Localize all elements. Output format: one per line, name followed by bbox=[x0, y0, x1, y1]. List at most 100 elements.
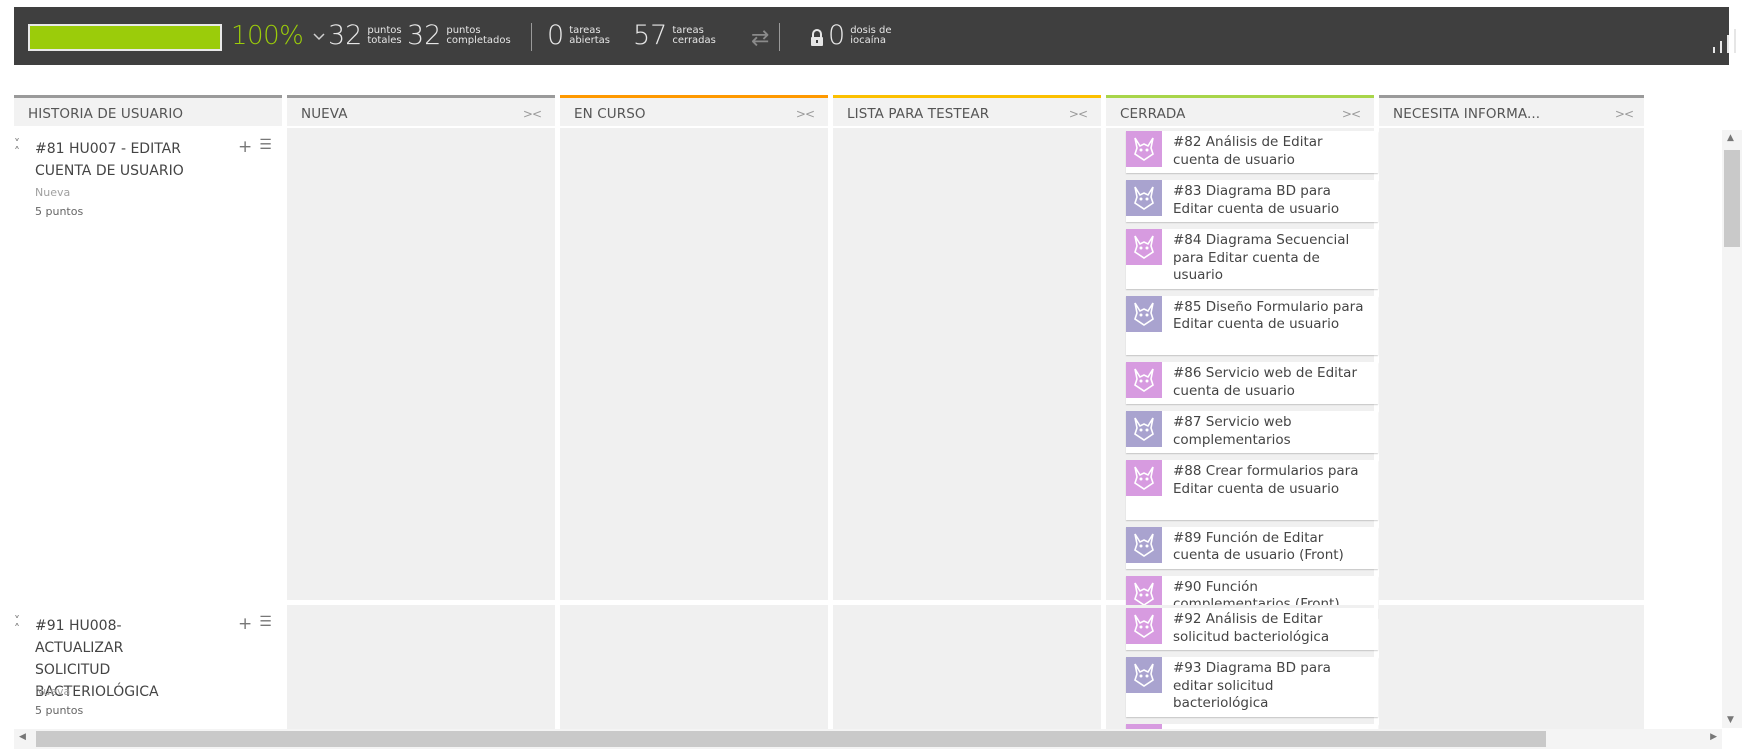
task-title[interactable]: #88 Crear formularios para Editar cuenta… bbox=[1173, 460, 1378, 502]
open-tasks-stat: 0 tareas abiertas bbox=[547, 21, 610, 51]
progress-percentage: 100% bbox=[231, 21, 304, 51]
horizontal-scrollbar[interactable]: ◀ ▶ bbox=[14, 729, 1722, 749]
column-header-status-1: NUEVA >< bbox=[287, 95, 555, 126]
fold-column-icon[interactable]: >< bbox=[1342, 107, 1361, 121]
column-title: LISTA PARA TESTEAR bbox=[847, 106, 990, 122]
total-points-value: 32 bbox=[328, 20, 363, 51]
board-cell[interactable] bbox=[560, 605, 828, 730]
column-title: HISTORIA DE USUARIO bbox=[28, 106, 184, 122]
task-card[interactable]: #84 Diagrama Secuencial para Editar cuen… bbox=[1126, 229, 1378, 289]
board-cell[interactable] bbox=[1379, 605, 1644, 730]
task-card[interactable]: #88 Crear formularios para Editar cuenta… bbox=[1126, 460, 1378, 520]
sprint-progress-fill bbox=[30, 26, 220, 49]
stat-divider bbox=[779, 23, 780, 51]
user-story-card[interactable]: ˅ ˄ #81 HU007 - EDITAR CUENTA DE USUARIO Nu… bbox=[14, 128, 282, 600]
horizontal-scroll-thumb[interactable] bbox=[36, 731, 1546, 747]
task-title[interactable]: #86 Servicio web de Editar cuenta de usu… bbox=[1173, 362, 1378, 404]
assignee-avatar[interactable] bbox=[1126, 411, 1162, 447]
assignee-avatar[interactable] bbox=[1126, 526, 1162, 563]
list-icon[interactable]: ☰ bbox=[259, 614, 272, 634]
board-cell[interactable] bbox=[833, 128, 1101, 600]
task-card[interactable]: #87 Servicio web complementarios bbox=[1126, 411, 1378, 453]
assignee-avatar[interactable] bbox=[1126, 362, 1162, 398]
user-story-actions: + ☰ bbox=[238, 137, 272, 157]
assignee-avatar[interactable] bbox=[1126, 131, 1162, 167]
column-header-status-5: NECESITA INFORMA... >< bbox=[1379, 95, 1644, 126]
user-story-card[interactable]: ˅ ˄ #91 HU008- ACTUALIZAR SOLICITUD BACTER… bbox=[14, 605, 282, 730]
board-cell[interactable] bbox=[287, 128, 555, 600]
plus-icon[interactable]: + bbox=[238, 614, 252, 634]
closed-tasks-stat: 57 tareas cerradas bbox=[633, 21, 716, 51]
vertical-scroll-thumb[interactable] bbox=[1724, 150, 1740, 247]
closed-tasks-label: tareas cerradas bbox=[672, 25, 716, 46]
open-tasks-value: 0 bbox=[547, 20, 565, 51]
user-story-title[interactable]: #81 HU007 - EDITAR CUENTA DE USUARIO bbox=[35, 138, 195, 182]
collapse-story-icon[interactable]: ˅ ˄ bbox=[14, 615, 20, 635]
sprint-progress-bar bbox=[28, 24, 222, 51]
scroll-left-arrow-icon[interactable]: ◀ bbox=[19, 732, 26, 742]
board-cell[interactable] bbox=[833, 605, 1101, 730]
user-story-actions: + ☰ bbox=[238, 614, 272, 634]
column-title: NUEVA bbox=[301, 106, 348, 122]
board-cell[interactable] bbox=[287, 605, 555, 730]
completed-points-value: 32 bbox=[407, 20, 442, 51]
stat-divider bbox=[531, 23, 532, 51]
task-card[interactable]: #92 Análisis de Editar solicitud bacteri… bbox=[1126, 608, 1378, 650]
fold-column-icon[interactable]: >< bbox=[523, 107, 542, 121]
fold-column-icon[interactable]: >< bbox=[1615, 107, 1634, 121]
sprint-summary-bar: 100% 32 puntos totales 32 puntos completad… bbox=[14, 7, 1736, 65]
task-card[interactable]: #85 Diseño Formulario para Editar cuenta… bbox=[1126, 295, 1378, 355]
fold-column-icon[interactable]: >< bbox=[1069, 107, 1088, 121]
total-points-label: puntos totales bbox=[367, 25, 402, 46]
graph-bars-icon[interactable] bbox=[1713, 29, 1736, 53]
fold-column-icon[interactable]: >< bbox=[796, 107, 815, 121]
assignee-avatar[interactable] bbox=[1126, 295, 1162, 332]
completed-points-stat: 32 puntos completados bbox=[407, 21, 511, 51]
task-card[interactable]: #93 Diagrama BD para editar solicitud ba… bbox=[1126, 657, 1378, 717]
column-title: NECESITA INFORMA... bbox=[1393, 106, 1541, 122]
task-title[interactable]: #83 Diagrama BD para Editar cuenta de us… bbox=[1173, 180, 1378, 222]
plus-icon[interactable]: + bbox=[238, 137, 252, 157]
closed-tasks-value: 57 bbox=[633, 20, 668, 51]
task-card[interactable]: #86 Servicio web de Editar cuenta de usu… bbox=[1126, 362, 1378, 404]
list-icon[interactable]: ☰ bbox=[259, 137, 272, 157]
collapse-story-icon[interactable]: ˅ ˄ bbox=[14, 138, 20, 158]
vertical-scrollbar[interactable]: ▲ ▼ bbox=[1722, 130, 1742, 728]
task-card[interactable]: #83 Diagrama BD para Editar cuenta de us… bbox=[1126, 180, 1378, 222]
task-title[interactable]: #87 Servicio web complementarios bbox=[1173, 411, 1378, 453]
board-cell[interactable] bbox=[1379, 128, 1644, 600]
column-header-status-3: LISTA PARA TESTEAR >< bbox=[833, 95, 1101, 126]
scroll-up-arrow-icon[interactable]: ▲ bbox=[1727, 133, 1734, 143]
column-header-user-story: HISTORIA DE USUARIO bbox=[14, 95, 282, 126]
board-cell[interactable] bbox=[560, 128, 828, 600]
chevron-down-icon[interactable] bbox=[312, 29, 326, 43]
column-header-status-2: EN CURSO >< bbox=[560, 95, 828, 126]
task-title[interactable]: #84 Diagrama Secuencial para Editar cuen… bbox=[1173, 229, 1378, 289]
assignee-avatar[interactable] bbox=[1126, 657, 1162, 693]
task-card[interactable]: #89 Función de Editar cuenta de usuario … bbox=[1126, 526, 1378, 569]
user-story-status[interactable]: Nueva bbox=[35, 186, 70, 199]
assignee-avatar[interactable] bbox=[1126, 229, 1162, 265]
scroll-right-arrow-icon[interactable]: ▶ bbox=[1710, 732, 1717, 742]
task-title[interactable]: #93 Diagrama BD para editar solicitud ba… bbox=[1173, 657, 1378, 717]
assignee-avatar[interactable] bbox=[1126, 608, 1162, 644]
assignee-avatar[interactable] bbox=[1126, 180, 1162, 216]
user-story-status[interactable]: Nueva bbox=[35, 685, 70, 698]
open-tasks-label: tareas abiertas bbox=[569, 25, 610, 46]
assignee-avatar[interactable] bbox=[1126, 460, 1162, 496]
kanban-board: HISTORIA DE USUARIO NUEVA >< EN CURSO >< LIST… bbox=[14, 95, 1644, 730]
iocaine-stat: 0 dosis de iocaína bbox=[828, 21, 892, 51]
column-title: EN CURSO bbox=[574, 106, 646, 122]
task-title[interactable]: #89 Función de Editar cuenta de usuario … bbox=[1173, 527, 1378, 569]
column-title: CERRADA bbox=[1120, 106, 1186, 122]
user-story-points: 5 puntos bbox=[35, 704, 84, 717]
iocaine-value: 0 bbox=[828, 20, 846, 51]
column-header-status-4: CERRADA >< bbox=[1106, 95, 1374, 126]
task-title[interactable]: #82 Análisis de Editar cuenta de usuario bbox=[1173, 131, 1378, 173]
task-card[interactable]: #82 Análisis de Editar cuenta de usuario bbox=[1126, 131, 1378, 173]
task-title[interactable]: #85 Diseño Formulario para Editar cuenta… bbox=[1173, 296, 1378, 338]
swap-arrows-icon[interactable]: ⇄ bbox=[751, 26, 769, 51]
scroll-down-arrow-icon[interactable]: ▼ bbox=[1727, 715, 1734, 725]
task-title[interactable]: #92 Análisis de Editar solicitud bacteri… bbox=[1173, 608, 1378, 650]
lock-icon bbox=[811, 29, 823, 46]
